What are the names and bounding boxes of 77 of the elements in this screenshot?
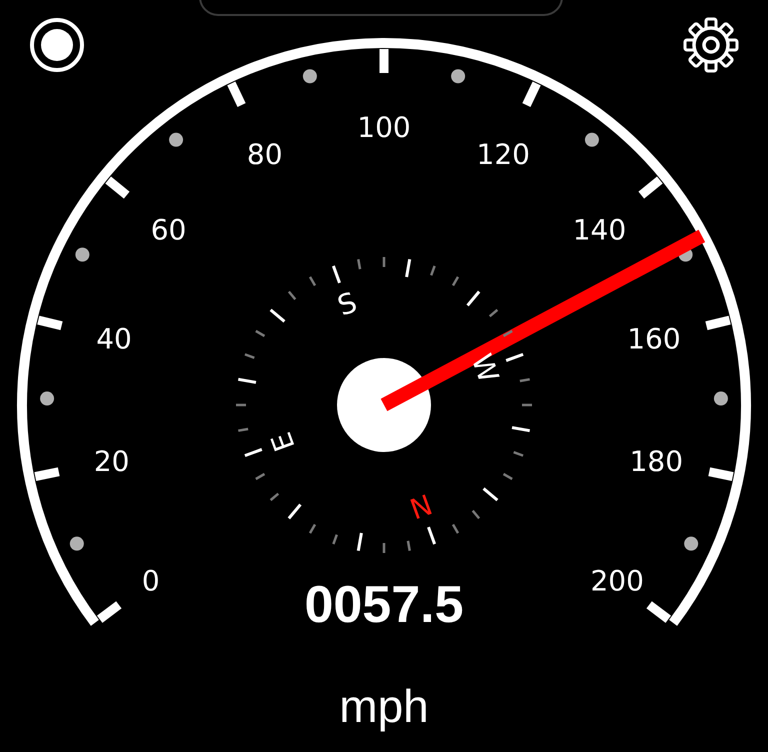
major-tick <box>37 316 63 330</box>
minor-dot <box>684 536 698 551</box>
major-tick <box>380 49 388 73</box>
compass-tick <box>452 524 460 534</box>
scale-label: 40 <box>96 322 132 356</box>
scale-label: 120 <box>476 138 530 171</box>
compass-tick <box>244 448 262 458</box>
compass-tick <box>452 276 460 286</box>
major-tick <box>708 467 734 481</box>
compass-tick <box>472 510 480 520</box>
major-tick <box>705 316 731 330</box>
compass-tick <box>502 330 513 338</box>
compass-tick <box>270 308 286 323</box>
major-tick <box>34 467 60 481</box>
needle-base <box>380 376 430 412</box>
compass-tick <box>244 353 255 359</box>
compass-tick <box>466 290 480 306</box>
compass-tick <box>502 472 513 480</box>
scale-label: 160 <box>627 322 681 356</box>
compass-tick <box>332 265 341 284</box>
compass-tick <box>405 258 412 278</box>
compass-tick <box>308 276 316 286</box>
scale-label: 140 <box>572 213 626 246</box>
compass-tick <box>482 487 498 502</box>
settings-icon[interactable] <box>684 18 738 72</box>
compass-tick <box>522 404 532 406</box>
minor-dot <box>678 248 693 262</box>
scale-label: 180 <box>630 444 684 478</box>
compass-tick <box>357 259 362 270</box>
compass-tick <box>506 352 524 362</box>
scale-label: 60 <box>150 213 186 246</box>
compass-tick <box>255 472 266 480</box>
compass-tick <box>512 426 530 432</box>
scale-label: 200 <box>590 564 644 598</box>
minor-dot <box>714 392 728 406</box>
compass-tick <box>382 257 386 267</box>
scale-label: 100 <box>357 111 411 144</box>
compass-tick <box>288 290 296 300</box>
major-tick <box>646 601 672 623</box>
compass-tick <box>356 532 363 552</box>
compass-tick <box>513 451 524 457</box>
minor-dot <box>302 69 317 84</box>
compass-tick <box>308 524 316 534</box>
compass-tick <box>382 543 386 553</box>
minor-dot <box>75 248 90 262</box>
compass-tick <box>288 504 302 520</box>
compass-letter: E <box>264 428 302 456</box>
scale-label: 20 <box>94 444 130 478</box>
compass-tick <box>236 404 246 406</box>
major-tick <box>638 176 663 199</box>
compass-tick <box>238 428 248 432</box>
minor-dot <box>70 536 84 551</box>
unit-label: mph <box>339 680 429 732</box>
speed-readout: 0057.5 <box>304 576 464 634</box>
minor-dot <box>169 132 184 147</box>
compass-letter: W <box>464 350 506 387</box>
compass-tick <box>488 308 498 318</box>
compass-tick <box>332 534 338 544</box>
minor-dot <box>584 132 599 147</box>
scale-label: 0 <box>142 564 160 598</box>
compass-tick <box>270 492 280 502</box>
major-tick <box>227 81 246 108</box>
compass-letter: S <box>333 285 362 323</box>
minor-dot <box>40 392 54 406</box>
minor-dot <box>451 69 466 84</box>
compass-letter: N <box>405 486 436 526</box>
major-tick <box>522 82 541 108</box>
compass-tick <box>406 540 411 551</box>
scale-label: 80 <box>246 138 283 171</box>
compass-tick <box>520 378 530 382</box>
record-button[interactable] <box>30 18 84 72</box>
major-tick <box>96 601 122 623</box>
compass-tick <box>255 330 266 338</box>
major-tick <box>105 176 130 199</box>
compass-tick <box>427 526 436 545</box>
compass-tick <box>238 378 256 384</box>
compass-tick <box>430 266 436 276</box>
